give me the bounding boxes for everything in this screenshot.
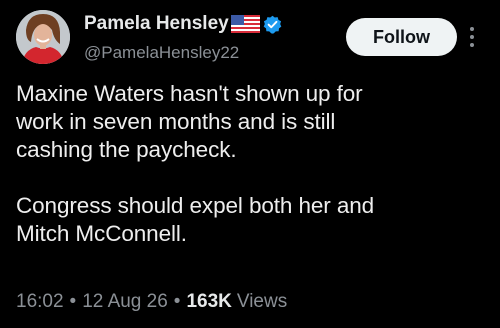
tweet-header: Pamela Hensley @PamelaHensley22 Follow [16,10,486,70]
more-vertical-icon[interactable] [466,22,478,52]
tweet-text: Maxine Waters hasn't shown up for work i… [16,81,375,246]
avatar[interactable] [16,10,70,64]
views-label: Views [236,291,288,312]
meta-separator: • [173,291,181,312]
author-display-name[interactable]: Pamela Hensley [84,13,229,35]
author-handle[interactable]: @PamelaHensley22 [84,43,344,63]
verified-badge-icon [263,15,282,34]
us-flag-icon [230,15,260,33]
meta-separator: • [69,291,77,312]
views-count[interactable]: 163K [186,291,231,313]
tweet-meta: 16:02 • 12 Aug 26 • 163K Views [16,290,287,314]
tweet-time[interactable]: 16:02 [16,291,64,313]
follow-button[interactable]: Follow [346,18,457,56]
author-info: Pamela Hensley @PamelaHensley22 [84,12,344,63]
tweet-date[interactable]: 12 Aug 26 [82,291,168,313]
name-row: Pamela Hensley [84,12,344,36]
